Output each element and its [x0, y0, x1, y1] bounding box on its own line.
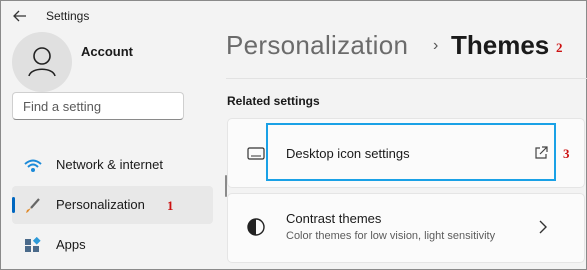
step-3-annotation: 3	[563, 146, 570, 161]
breadcrumb-parent[interactable]: Personalization	[226, 30, 408, 61]
section-heading: Related settings	[227, 94, 320, 108]
contrast-themes-card[interactable]: Contrast themes Color themes for low vis…	[227, 193, 585, 263]
sidebar-item-apps[interactable]: Apps	[12, 226, 213, 264]
sidebar-item-network[interactable]: Network & internet	[12, 146, 213, 184]
back-arrow-icon[interactable]	[12, 9, 28, 23]
account-name: Account	[81, 44, 133, 59]
user-icon	[28, 47, 56, 77]
page-title: Themes	[451, 30, 550, 60]
sidebar-item-personalization[interactable]: Personalization 1	[12, 186, 213, 224]
header-divider	[226, 78, 587, 79]
avatar[interactable]	[12, 32, 72, 92]
app-title: Settings	[46, 9, 90, 23]
sidebar-item-label: Personalization	[56, 197, 145, 212]
sidebar-item-label: Network & internet	[56, 157, 163, 172]
monitor-icon	[246, 144, 266, 164]
sidebar-item-label: Apps	[56, 237, 86, 252]
card-subtitle: Color themes for low vision, light sensi…	[286, 230, 496, 242]
brush-icon	[24, 197, 42, 215]
chevron-right-icon	[538, 219, 548, 235]
breadcrumb-separator: ›	[433, 37, 439, 54]
highlight-box	[266, 123, 556, 181]
step-2-annotation: 2	[556, 40, 563, 55]
contrast-icon	[246, 217, 266, 237]
selection-indicator	[12, 197, 15, 213]
apps-icon	[24, 236, 42, 255]
search-input[interactable]	[13, 93, 193, 119]
search-box[interactable]	[12, 92, 193, 120]
card-title: Contrast themes	[286, 211, 382, 226]
wifi-icon	[24, 157, 42, 175]
step-1-annotation: 1	[167, 198, 174, 213]
